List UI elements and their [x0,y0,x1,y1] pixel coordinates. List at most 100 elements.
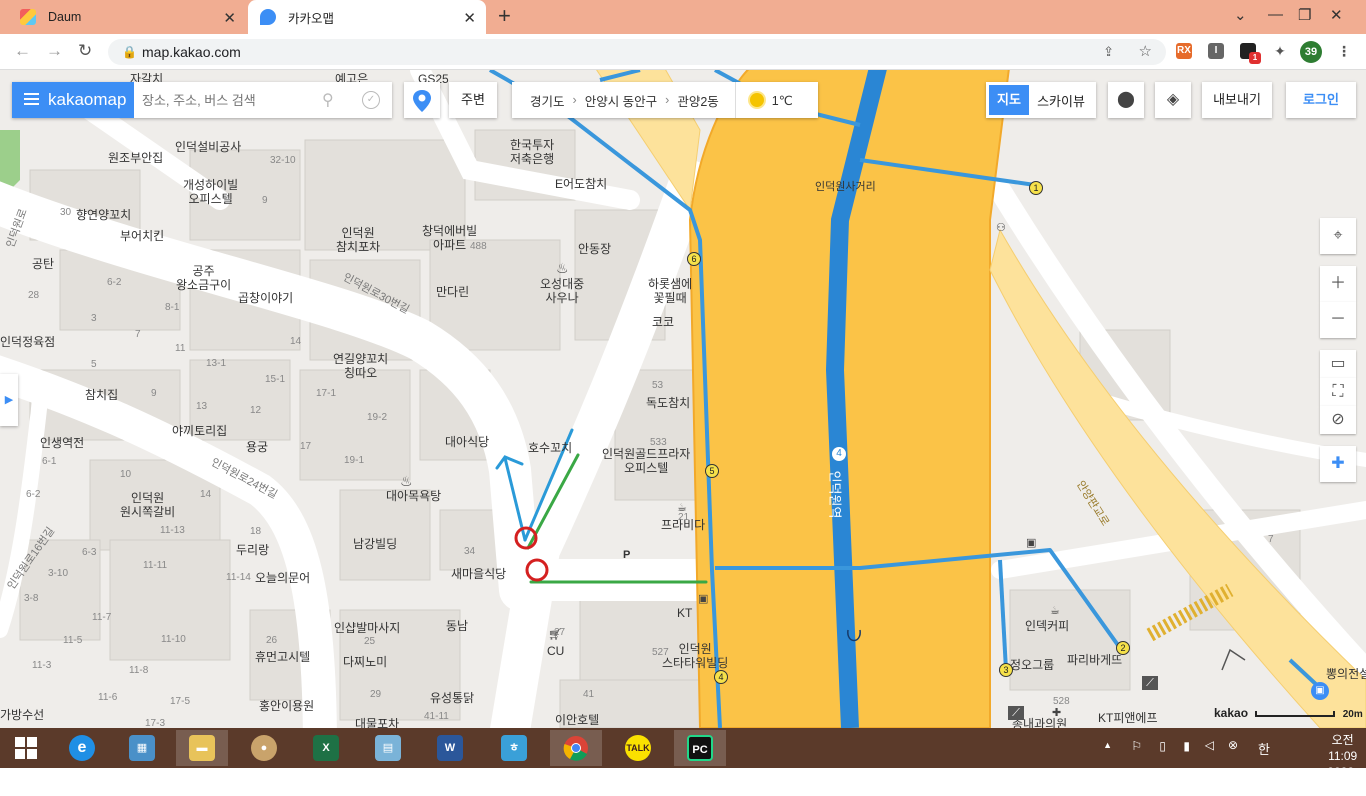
camera-icon[interactable]: ⟋ [1142,676,1158,690]
menu-kebab-icon[interactable]: ⋮ [1336,43,1352,59]
network-error-icon[interactable]: ⚐ [1131,739,1142,753]
map-type-map-button[interactable]: 지도 [989,85,1029,115]
taskbar-ie[interactable]: e [56,730,108,766]
bus-stop-icon[interactable]: ▣ [1311,682,1329,700]
bus-stop-marker[interactable]: 6 [687,252,701,266]
taskbar-excel[interactable]: X [300,730,352,766]
place-label[interactable]: 코코 [652,315,674,329]
cctv-icon[interactable]: ⚇ [996,221,1006,234]
place-label[interactable]: 이안호텔 [555,713,599,727]
place-label[interactable]: 동남 [446,619,468,633]
clock[interactable]: 오전 11:09 2022-01-27 [1327,732,1358,796]
place-label[interactable]: 공탄 [32,257,54,271]
place-label[interactable]: 개성하이빌 오피스텔 [183,178,238,206]
place-label[interactable]: 휴먼고시텔 [255,650,310,664]
place-label[interactable]: 창덕에버빌 아파트 [422,224,477,252]
place-label[interactable]: CU [547,644,564,658]
search-icon[interactable]: ⚲ [322,90,334,110]
map-canvas[interactable]: 자갈치 예고은 GS25 원조부안집 인덕설비공사 한국투자 저축은행 E어도참… [0,70,1366,728]
close-tab-icon[interactable]: ✕ [463,9,476,27]
atm-icon[interactable]: ▣ [1026,536,1036,549]
place-label[interactable]: 원조부안집 [108,151,163,165]
taskbar-paint[interactable]: ● [238,730,290,766]
parking-label[interactable]: P [623,548,630,562]
tab-kakaomap[interactable]: 카카오맵 ✕ [248,0,486,34]
bus-stop-marker[interactable]: 2 [1116,641,1130,655]
new-tab-icon[interactable]: + [498,3,511,29]
extensions-puzzle-icon[interactable]: ✦ [1272,43,1288,59]
back-icon[interactable]: ← [14,41,31,61]
tab-search-icon[interactable]: ⌄ [1234,6,1247,24]
share-icon[interactable]: ⇪ [1103,39,1114,65]
atm-icon[interactable]: ▣ [698,592,708,605]
place-label[interactable]: 인덕원 참치포차 [336,226,380,254]
place-label[interactable]: 인덱커피 [1025,619,1069,633]
place-label[interactable]: 참치집 [85,388,118,402]
bus-stop-marker[interactable]: 5 [705,464,719,478]
battery-icon[interactable]: ▯ [1159,739,1166,753]
place-label[interactable]: 만다린 [436,285,469,299]
tab-daum[interactable]: Daum ✕ [8,0,246,34]
place-label[interactable]: 인덕설비공사 [175,140,241,154]
taskbar-file-explorer[interactable]: ▬ [176,730,228,766]
notification-block-icon[interactable]: ⊗ [1228,738,1238,752]
minimize-icon[interactable]: — [1268,6,1283,23]
radius-tool-button[interactable]: ⊘ [1320,406,1356,434]
place-label[interactable]: 오성대중 사우나 [540,277,584,305]
place-label[interactable]: 다찌노미 [343,655,387,669]
place-label[interactable]: 대아식당 [445,435,489,449]
taskbar-chrome[interactable] [550,730,602,766]
side-panel-toggle[interactable]: ▶ [0,374,18,426]
place-label[interactable]: 호수꼬치 [528,441,572,455]
login-button[interactable]: 로그인 [1286,82,1356,118]
place-label[interactable]: E어도참치 [555,177,607,191]
taskbar-control-panel[interactable]: ▦ [116,730,168,766]
extension-icon[interactable]: RX [1176,43,1192,59]
place-label[interactable]: 정오그룹 [1010,658,1054,672]
profile-avatar[interactable]: 39 [1300,41,1322,63]
forward-icon[interactable]: → [46,41,63,61]
place-label[interactable]: 부어치킨 [120,229,164,243]
place-label[interactable]: 인샵발마사지 [334,621,400,635]
breadcrumb-province[interactable]: 경기도 [530,91,565,110]
zoom-out-button[interactable]: － [1320,302,1356,338]
place-label[interactable]: 파리바게뜨 [1067,653,1122,667]
place-label[interactable]: 새마을식당 [451,567,506,581]
bookmark-star-icon[interactable]: ☆ [1139,39,1152,65]
camera-icon[interactable]: ⟋ [1008,706,1024,720]
taskbar-kakaotalk[interactable]: TALK [612,730,664,766]
place-label[interactable]: 대아목욕탕 [386,489,441,503]
area-tool-button[interactable]: ⛶ [1320,378,1356,406]
place-label[interactable]: KT피앤에프 [1098,711,1158,725]
breadcrumb-dong[interactable]: 관양2동 [677,91,718,110]
place-label[interactable]: 한국투자 저축은행 [510,138,554,166]
close-window-icon[interactable]: ✕ [1330,6,1343,24]
reload-icon[interactable]: ↻ [78,41,92,61]
place-label[interactable]: 안동장 [578,242,611,256]
place-label[interactable]: 대물포차 [355,717,399,728]
place-label[interactable]: 뽕의전설 [1326,667,1366,681]
ime-indicator[interactable]: 한 [1258,739,1270,758]
wifi-signal-icon[interactable]: ▮ [1183,739,1190,753]
place-label[interactable]: 가방수선 [0,708,44,722]
weather-widget[interactable]: 1℃ [734,82,793,118]
place-label[interactable]: 홍안이용원 [259,699,314,713]
place-label[interactable]: 인생역전 [40,436,84,450]
place-label[interactable]: 용궁 [246,440,268,454]
speaker-icon[interactable]: ◁ [1205,738,1214,752]
place-label[interactable]: 하롯샘에 꽃필때 [648,277,692,305]
nearby-button[interactable]: 주변 [449,82,497,118]
bus-stop-marker[interactable]: 4 [714,670,728,684]
place-label[interactable]: 오늘의문어 [255,571,310,585]
kakaomap-logo[interactable]: kakaomap [12,82,134,118]
roadview-button[interactable]: ⬤ [1108,82,1144,118]
place-label[interactable]: KT [677,606,692,620]
place-label[interactable]: 두리랑 [236,543,269,557]
place-label[interactable]: 인덕원 원시쪽갈비 [120,491,175,519]
intersection-label[interactable]: 인덕원사거리 [815,180,876,194]
tray-expand-icon[interactable]: ▲ [1103,740,1112,750]
layers-button[interactable]: ◈ [1155,82,1191,118]
bus-stop-marker[interactable]: 3 [999,663,1013,677]
close-tab-icon[interactable]: ✕ [223,9,236,27]
bus-stop-marker[interactable]: 1 [1029,181,1043,195]
